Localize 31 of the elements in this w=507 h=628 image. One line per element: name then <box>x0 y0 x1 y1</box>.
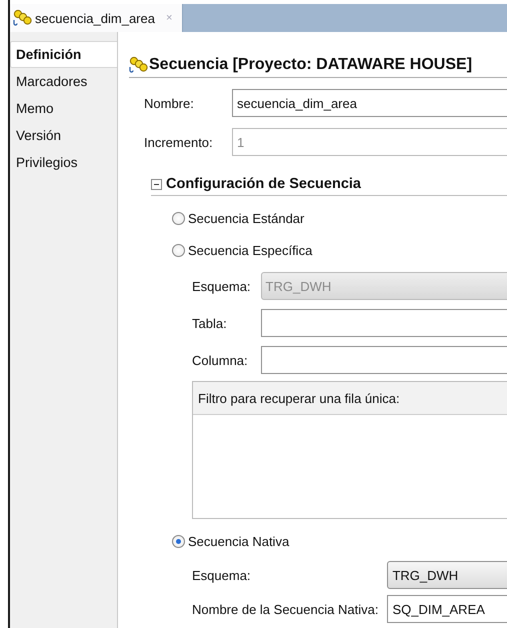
input-field[interactable]: SQ_DIM_AREA <box>387 595 507 623</box>
field-label: Nombre: <box>144 96 195 110</box>
sidebar-item[interactable]: Memo <box>10 95 117 122</box>
sidebar-item[interactable]: Definición <box>10 41 117 68</box>
field-label: Tabla: <box>192 316 228 330</box>
sidebar-item[interactable]: Versión <box>10 122 117 149</box>
filter-area[interactable]: Filtro para recuperar una fila única: <box>192 381 507 519</box>
collapse-icon[interactable] <box>151 178 162 190</box>
input-field[interactable] <box>260 346 507 374</box>
radio-button[interactable] <box>172 244 185 256</box>
editor-tab[interactable]: secuencia_dim_area × <box>10 4 184 32</box>
radio-button[interactable] <box>172 534 185 548</box>
number-icon <box>13 9 32 27</box>
field-label: Columna: <box>192 352 249 368</box>
filter-label: Filtro para recuperar una fila única: <box>198 390 400 406</box>
form-heading: Secuencia [Proyecto: DATAWARE HOUSE] <box>149 56 472 74</box>
field-label: Incremento: <box>144 134 214 150</box>
dropdown-field[interactable]: TRG_DWH <box>387 561 507 589</box>
input-field[interactable]: secuencia_dim_area <box>232 89 507 117</box>
sidebar-item[interactable]: Marcadores <box>10 68 117 95</box>
field-label: Esquema: <box>192 278 251 294</box>
radio-label[interactable]: Secuencia Nativa <box>188 534 290 548</box>
field-label: Nombre de la Secuencia Nativa: <box>192 602 378 616</box>
field-label: Esquema: <box>192 568 252 582</box>
number-icon <box>129 56 148 74</box>
input-field[interactable] <box>260 309 507 337</box>
section-title: Configuración de Secuencia <box>166 176 361 192</box>
radio-label[interactable]: Secuencia Específica <box>188 242 312 258</box>
radio-button[interactable] <box>172 212 185 224</box>
sidebar-item[interactable]: Privilegios <box>10 149 117 176</box>
radio-label[interactable]: Secuencia Estándar <box>188 210 304 226</box>
